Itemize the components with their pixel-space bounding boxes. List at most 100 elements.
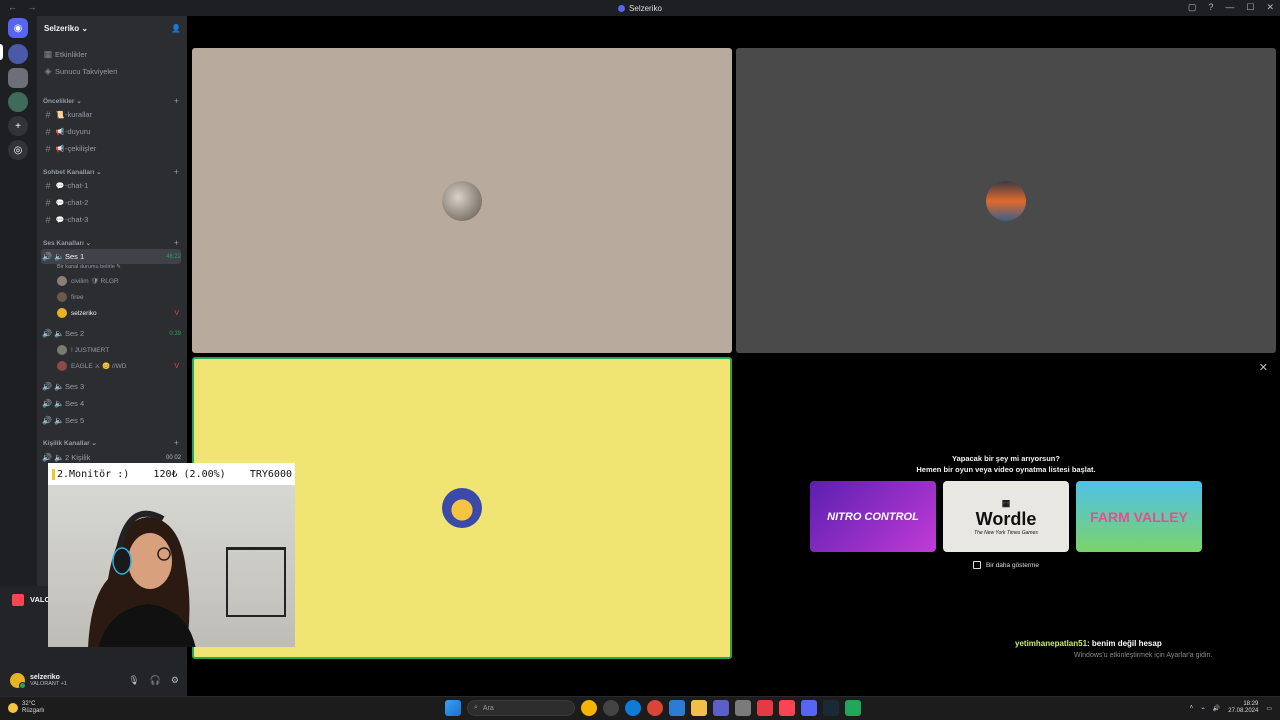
avatar <box>57 292 67 302</box>
teams-icon[interactable] <box>713 700 729 716</box>
channel-kurallar[interactable]: # 📜 -kurallar <box>41 107 181 122</box>
channel-chat-2[interactable]: # 💬 -chat-2 <box>41 195 181 210</box>
weather-widget[interactable]: 32°C Rüzgarlı <box>8 701 44 715</box>
activity-card-wordle[interactable]: ▦ Wordle The New York Times Games <box>943 481 1069 552</box>
user-info[interactable]: selzeriko VALORANT +1 <box>30 674 67 687</box>
category-kisilik[interactable]: Kişilik Kanallar ⌄ + <box>43 437 179 449</box>
category-oncelikler[interactable]: Öncelikler ⌄ + <box>43 95 179 107</box>
chrome-icon-2[interactable] <box>647 700 663 716</box>
voice-channel-ses-2[interactable]: 🔊 🔈 Ses 2 0:39 <box>41 326 181 341</box>
weather-text: Rüzgarlı <box>22 708 45 714</box>
server-icon-3[interactable] <box>8 92 28 112</box>
voice-member[interactable]: selzeriko V <box>57 306 179 320</box>
voice-channel-ses-3[interactable]: 🔊 🔈 Ses 3 <box>41 379 181 394</box>
maximize-button[interactable]: ☐ <box>1246 2 1254 13</box>
notification-icon[interactable]: ▭ <box>1266 705 1272 712</box>
server-icon-2[interactable] <box>8 68 28 88</box>
voice-member[interactable]: EAGLE ⚔ 😊 //WD V <box>57 359 179 373</box>
close-button[interactable]: ✕ <box>1266 2 1274 13</box>
avatar <box>57 276 67 286</box>
events-item[interactable]: ▦ Etkinlikler <box>41 47 181 62</box>
channel-label: -çekilişler <box>65 144 97 153</box>
voice-channel-label: Ses 2 <box>65 329 85 338</box>
inbox-icon[interactable]: ▢ <box>1188 2 1197 13</box>
voice-channel-ses-4[interactable]: 🔊 🔈 Ses 4 <box>41 396 181 411</box>
boosts-item[interactable]: ◈ Sunucu Takviyeleri <box>41 64 181 79</box>
voice-member[interactable]: civilim 🛡 RLGR <box>57 274 179 288</box>
voice-channel-ses-1[interactable]: 🔊 🔈 Ses 1 46:22 <box>41 249 181 264</box>
app-icon[interactable] <box>735 700 751 716</box>
server-selzeriko-icon[interactable] <box>8 44 28 64</box>
gear-icon[interactable]: ⚙ <box>171 675 179 686</box>
taskbar-search[interactable]: ⌕ Ara <box>467 700 575 716</box>
avatar <box>57 361 67 371</box>
network-icon[interactable]: ⌁ <box>1201 705 1205 712</box>
hash-icon: # <box>45 109 51 120</box>
category-ses[interactable]: Ses Kanalları ⌄ + <box>43 237 179 249</box>
discord-home-icon[interactable]: ◉ <box>8 18 28 38</box>
voice-member[interactable]: firee <box>57 290 179 304</box>
valorant-icon: V <box>174 362 179 370</box>
microphone-icon[interactable]: 🎙 <box>128 675 139 686</box>
voice-member[interactable]: ! JUSTMERT <box>57 343 179 357</box>
volume-icon[interactable]: 🔊 <box>1213 705 1220 712</box>
add-server-icon[interactable]: + <box>8 116 28 136</box>
dont-show-label: Bir daha gösterme <box>985 561 1040 569</box>
checkbox[interactable] <box>972 561 981 569</box>
video-tile-1[interactable] <box>192 48 732 353</box>
headphones-icon[interactable]: 🎧 <box>150 675 161 686</box>
streamer-figure <box>88 510 196 647</box>
add-member-icon[interactable]: 👤 <box>171 24 181 33</box>
participant-avatar <box>442 180 482 221</box>
help-icon[interactable]: ? <box>1208 2 1213 13</box>
voice-icon: 🔈 <box>54 252 64 261</box>
app-icon[interactable] <box>845 700 861 716</box>
channel-status-note[interactable]: Bir kanal durumu belirle ✎ <box>57 264 121 270</box>
activity-card-farm-valley[interactable]: FARM VALLEY <box>1076 481 1202 552</box>
member-name: firee <box>71 293 84 301</box>
mail-icon[interactable] <box>669 700 685 716</box>
edge-icon[interactable] <box>625 700 641 716</box>
chevron-up-icon[interactable]: ˄ <box>1190 705 1194 711</box>
channel-chat-3[interactable]: # 💬 -chat-3 <box>41 212 181 227</box>
voice-channel-ses-5[interactable]: 🔊 🔈 Ses 5 <box>41 413 181 428</box>
clock[interactable]: 18:29 27.08.2024 <box>1228 701 1258 715</box>
add-channel-icon[interactable]: + <box>174 238 179 248</box>
activity-card-nitro-control[interactable]: NITRO CONTROL <box>810 481 936 552</box>
boosts-label: Sunucu Takviyeleri <box>55 67 118 76</box>
channel-chat-1[interactable]: # 💬 -chat-1 <box>41 178 181 193</box>
close-icon[interactable]: ✕ <box>1259 361 1268 374</box>
channel-label: -chat-1 <box>65 181 89 190</box>
category-sohbet[interactable]: Sohbet Kanalları ⌄ + <box>43 166 179 178</box>
valorant-icon: V <box>174 309 179 317</box>
channel-emoji: 💬 <box>55 199 65 207</box>
activity-title: Yapacak bir şey mi arıyorsun? <box>952 454 1060 463</box>
app-icon[interactable] <box>757 700 773 716</box>
add-channel-icon[interactable]: + <box>174 167 179 177</box>
weather-icon <box>8 703 18 713</box>
nav-arrows[interactable]: ← → <box>8 2 41 12</box>
temperature: 32°C <box>22 701 36 707</box>
discover-icon[interactable]: ◎ <box>8 140 28 160</box>
app-icon[interactable] <box>603 700 619 716</box>
speaker-icon: 🔊 <box>42 453 52 462</box>
video-tile-2[interactable] <box>736 48 1276 353</box>
steam-icon[interactable] <box>823 700 839 716</box>
minimize-button[interactable]: — <box>1225 2 1234 13</box>
server-header[interactable]: Selzeriko ⌄ 👤 <box>37 16 187 40</box>
member-name: ! JUSTMERT <box>71 346 110 354</box>
chrome-icon[interactable] <box>581 700 597 716</box>
user-avatar[interactable] <box>10 672 26 689</box>
voice-icon: 🔈 <box>54 416 64 425</box>
start-icon[interactable] <box>445 700 461 716</box>
valorant-icon[interactable] <box>779 700 795 716</box>
discord-icon[interactable] <box>801 700 817 716</box>
dont-show-again[interactable]: Bir daha gösterme <box>736 561 1276 569</box>
channel-cekilisler[interactable]: # 📢 -çekilişler <box>41 141 181 156</box>
channel-duyuru[interactable]: # 📢 -duyuru <box>41 124 181 139</box>
add-channel-icon[interactable]: + <box>174 438 179 448</box>
folder-icon[interactable] <box>691 700 707 716</box>
speaker-icon: 🔊 <box>42 252 52 261</box>
server-icon <box>618 4 626 12</box>
add-channel-icon[interactable]: + <box>174 96 179 106</box>
